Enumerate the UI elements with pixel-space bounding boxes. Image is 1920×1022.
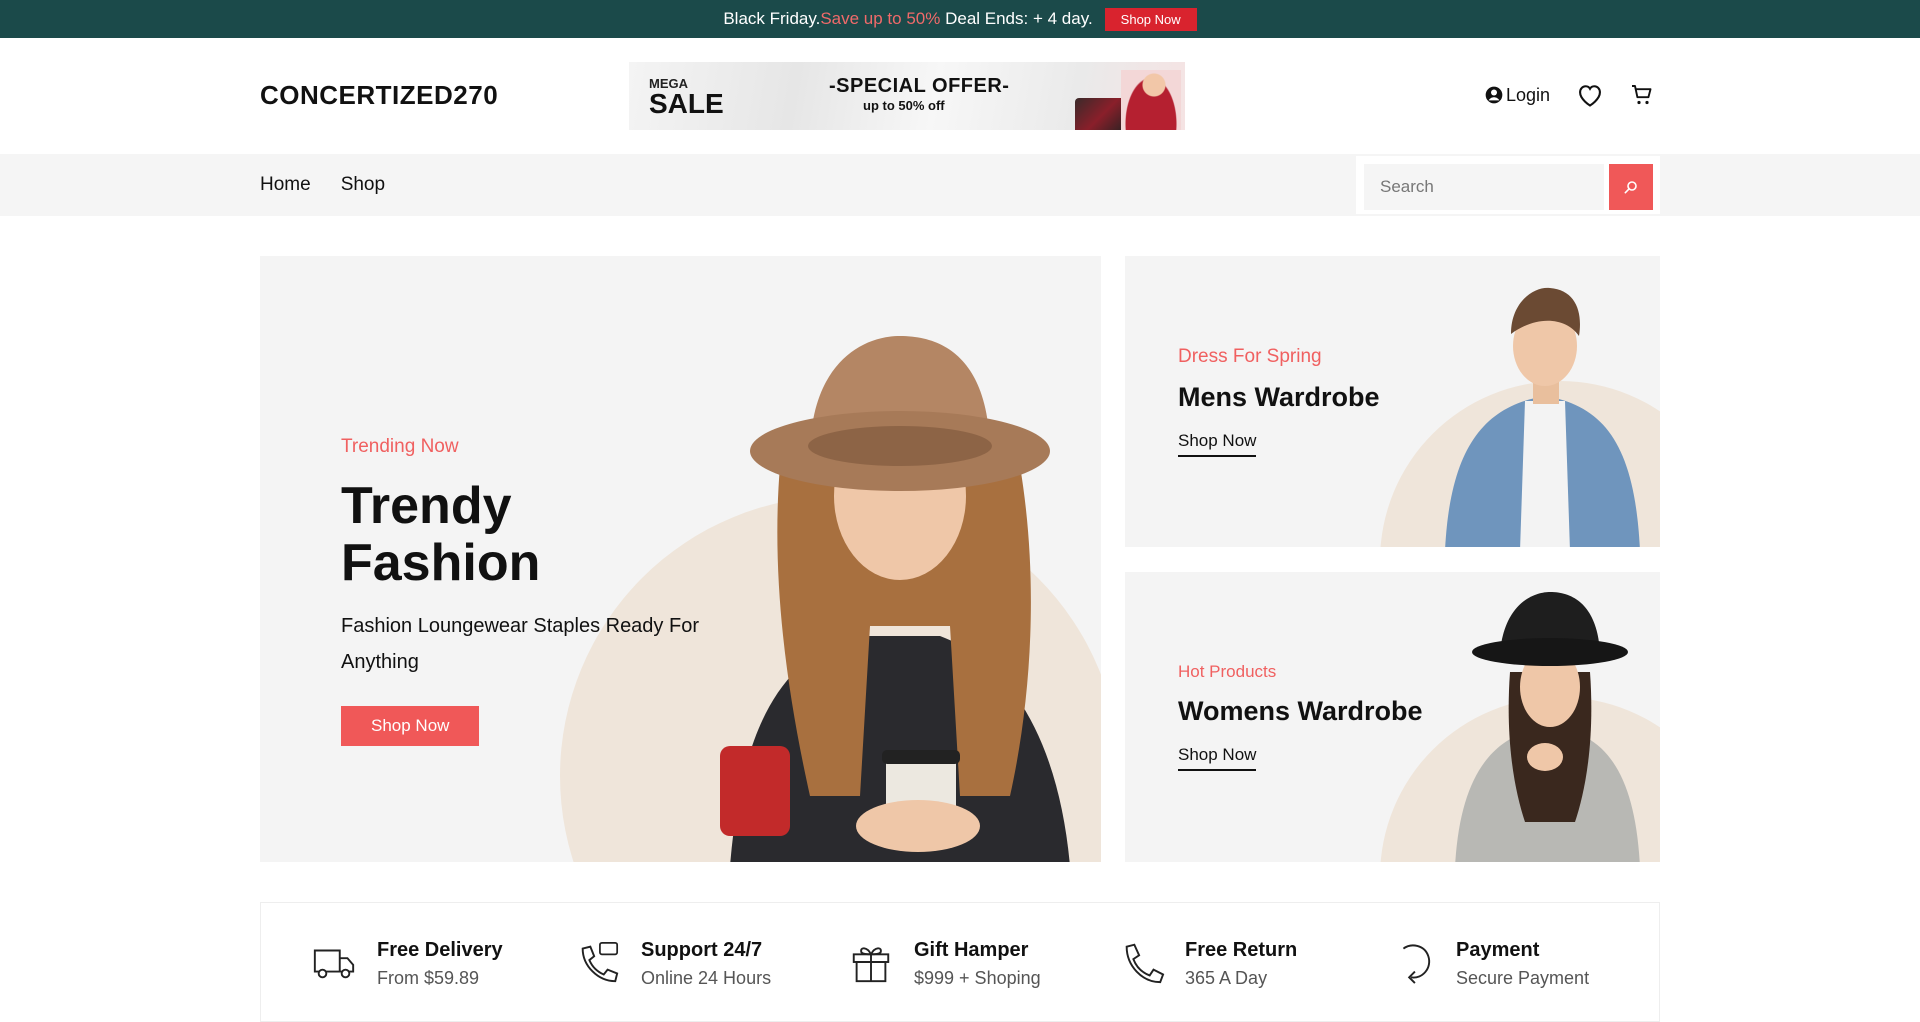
header: CONCERTIZED270 MEGA SALE -SPECIAL OFFER-… — [0, 38, 1920, 154]
refresh-icon — [1402, 944, 1431, 984]
hero-title: Trendy Fashion — [341, 477, 541, 593]
login-button[interactable]: Login — [1484, 85, 1550, 106]
announcement-highlight: Save up to 50% — [820, 9, 941, 28]
feature-title: Payment — [1456, 939, 1540, 961]
mens-wardrobe-card[interactable]: Dress For Spring Mens Wardrobe Shop Now — [1125, 256, 1660, 547]
feature-subtitle: From $59.89 — [377, 968, 480, 988]
hero-banner: Trending Now Trendy Fashion Fashion Loun… — [260, 256, 1101, 862]
announcement-prefix: Black Friday. — [723, 9, 821, 28]
feature-subtitle: 365 A Day — [1185, 968, 1268, 988]
header-actions: Login — [1484, 82, 1654, 108]
cart-icon[interactable] — [1630, 83, 1654, 107]
mens-shop-now-link[interactable]: Shop Now — [1178, 431, 1257, 457]
search-button[interactable] — [1609, 164, 1653, 210]
mens-card-eyebrow: Dress For Spring — [1178, 346, 1322, 367]
features-bar: Free Delivery From $59.89 Support 24/7 O… — [260, 902, 1660, 1022]
feature-title: Free Return — [1185, 939, 1298, 961]
announcement-suffix: Deal Ends: + 4 day. — [940, 9, 1093, 28]
gift-icon — [852, 947, 890, 983]
womens-shop-now-link[interactable]: Shop Now — [1178, 745, 1257, 771]
feature-gift-hamper: Gift Hamper $999 + Shoping — [848, 903, 1119, 1021]
heart-icon[interactable] — [1576, 82, 1604, 108]
site-logo[interactable]: CONCERTIZED270 — [260, 80, 498, 111]
main-nav: Home Shop — [260, 174, 415, 196]
feature-subtitle: Secure Payment — [1456, 968, 1590, 988]
promo-sale: SALE — [649, 88, 724, 119]
hero-shop-now-button[interactable]: Shop Now — [341, 706, 480, 747]
mens-card-text: Dress For Spring Mens Wardrobe Shop Now — [1178, 346, 1380, 457]
feature-subtitle: Online 24 Hours — [641, 968, 772, 988]
support-phone-icon — [581, 941, 619, 983]
feature-title: Support 24/7 — [641, 939, 763, 961]
announcement-bar: Black Friday. Save up to 50% Deal Ends: … — [0, 0, 1920, 38]
search-input[interactable] — [1364, 164, 1604, 210]
search-icon — [1624, 181, 1637, 194]
promo-banner[interactable]: MEGA SALE -SPECIAL OFFER- up to 50% off — [629, 62, 1185, 130]
feature-title: Free Delivery — [377, 939, 503, 961]
promo-special-offer: -SPECIAL OFFER- — [829, 75, 1010, 97]
feature-free-return: Free Return 365 A Day — [1119, 903, 1390, 1021]
promo-discount: up to 50% off — [863, 98, 945, 113]
promo-model-image — [1121, 70, 1181, 130]
user-circle-icon — [1485, 86, 1503, 104]
search-box — [1356, 156, 1660, 214]
womens-wardrobe-card[interactable]: Hot Products Womens Wardrobe Shop Now — [1125, 572, 1660, 862]
mens-model-image — [1445, 287, 1640, 547]
womens-model-image — [1455, 592, 1640, 862]
feature-payment: Payment Secure Payment — [1390, 903, 1630, 1021]
nav-bar: Home Shop — [0, 154, 1920, 216]
nav-item-home[interactable]: Home — [260, 174, 311, 196]
hero-text: Trending Now Trendy Fashion Fashion Loun… — [341, 436, 701, 747]
mens-card-title: Mens Wardrobe — [1178, 382, 1380, 412]
hero-subtitle: Fashion Loungewear Staples Ready For Any… — [341, 615, 699, 674]
feature-free-delivery: Free Delivery From $59.89 — [311, 903, 575, 1021]
nav-item-shop[interactable]: Shop — [341, 174, 385, 196]
hero-eyebrow: Trending Now — [341, 436, 459, 457]
truck-icon — [313, 949, 355, 979]
feature-subtitle: $999 + Shoping — [914, 968, 1041, 988]
phone-icon — [1125, 943, 1165, 984]
feature-title: Gift Hamper — [914, 939, 1029, 961]
womens-card-eyebrow: Hot Products — [1178, 662, 1277, 681]
womens-card-title: Womens Wardrobe — [1178, 696, 1423, 726]
login-label: Login — [1506, 84, 1551, 105]
womens-card-text: Hot Products Womens Wardrobe Shop Now — [1178, 662, 1423, 771]
feature-support: Support 24/7 Online 24 Hours — [575, 903, 848, 1021]
announcement-shop-now-button[interactable]: Shop Now — [1104, 7, 1197, 31]
hero-model-image — [720, 336, 1070, 862]
